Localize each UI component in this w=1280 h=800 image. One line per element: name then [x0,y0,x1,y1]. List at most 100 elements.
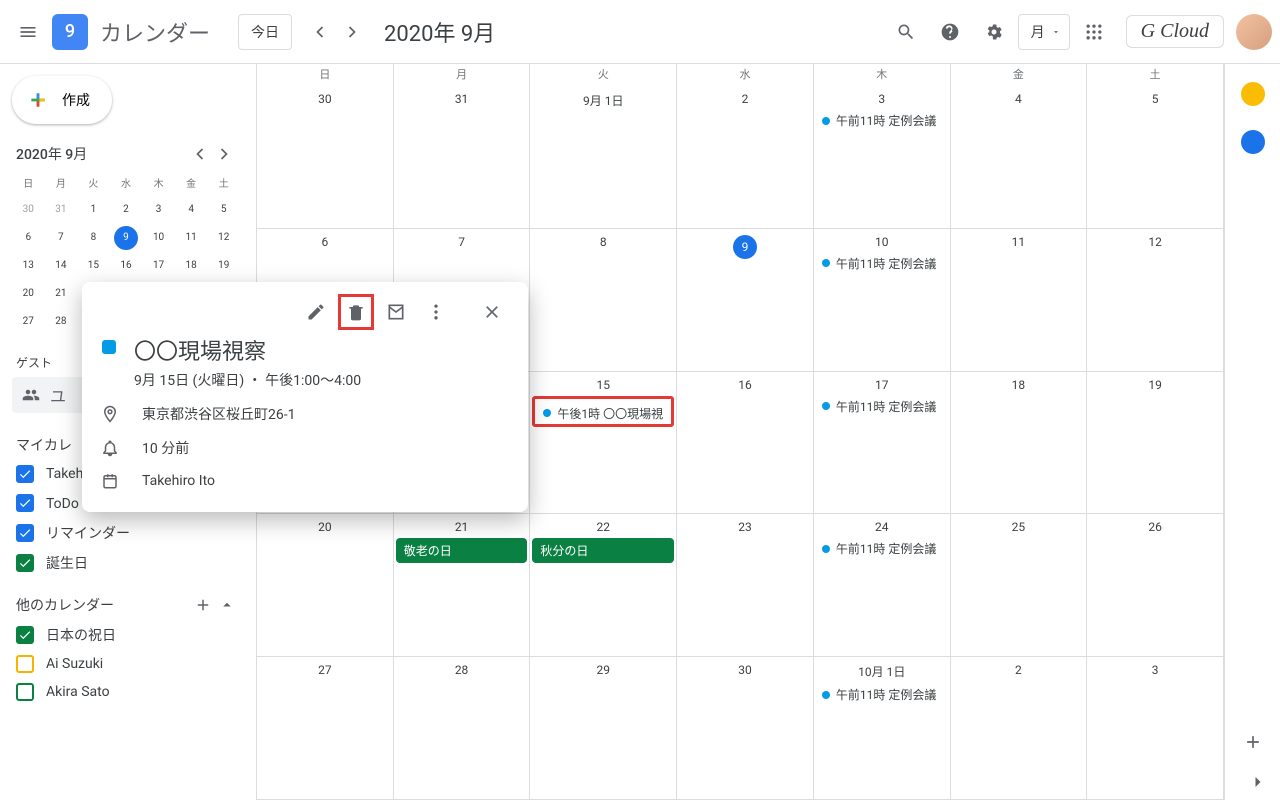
mini-day[interactable]: 4 [179,198,203,222]
day-cell[interactable]: 12 [1087,229,1224,372]
keep-icon[interactable] [1241,82,1265,106]
add-calendar-icon[interactable] [194,596,212,614]
panel-chevron-icon[interactable] [1248,772,1268,792]
day-cell[interactable]: 3 [1087,657,1224,800]
timed-event[interactable]: 午前11時 定例会議 [816,110,948,131]
edit-icon[interactable] [298,294,334,330]
day-cell[interactable]: 28 [394,657,531,800]
day-cell[interactable]: 3午前11時 定例会議 [814,86,951,229]
day-cell[interactable]: 19 [1087,372,1224,515]
calendar-item[interactable]: Ai Suzuki [16,655,240,673]
day-cell[interactable]: 17午前11時 定例会議 [814,372,951,515]
checkbox-icon[interactable] [16,494,34,512]
today-button[interactable]: 今日 [238,14,292,50]
menu-icon[interactable] [8,12,48,52]
help-icon[interactable] [930,12,970,52]
prev-icon[interactable] [304,16,336,48]
mini-day[interactable]: 10 [147,226,171,250]
day-cell[interactable]: 20 [257,514,394,657]
calendar-item[interactable]: リマインダー [16,523,240,543]
allday-event[interactable]: 秋分の日 [532,538,674,563]
day-cell[interactable]: 16 [677,372,814,515]
checkbox-icon[interactable] [16,683,34,701]
other-calendars-header[interactable]: 他のカレンダー [16,595,236,615]
close-icon[interactable] [474,294,510,330]
calendar-item[interactable]: 日本の祝日 [16,625,240,645]
mini-day[interactable]: 8 [81,226,105,250]
day-cell[interactable]: 18 [951,372,1088,515]
day-cell[interactable]: 30 [677,657,814,800]
mail-icon[interactable] [378,294,414,330]
day-cell[interactable]: 15午後1時 〇〇現場視 [530,372,677,515]
day-cell[interactable]: 2 [677,86,814,229]
allday-event[interactable]: 敬老の日 [396,538,528,563]
mini-day[interactable]: 20 [16,282,40,306]
mini-day[interactable]: 2 [114,198,138,222]
day-cell[interactable]: 10午前11時 定例会議 [814,229,951,372]
next-icon[interactable] [336,16,368,48]
settings-icon[interactable] [974,12,1014,52]
mini-day[interactable]: 3 [147,198,171,222]
mini-day[interactable]: 18 [179,254,203,278]
day-cell[interactable]: 30 [257,86,394,229]
checkbox-icon[interactable] [16,554,34,572]
apps-icon[interactable] [1074,12,1114,52]
checkbox-icon[interactable] [16,626,34,644]
delete-icon[interactable] [338,294,374,330]
tasks-icon[interactable] [1241,130,1265,154]
mini-prev-icon[interactable] [188,142,212,166]
mini-next-icon[interactable] [212,142,236,166]
day-cell[interactable]: 23 [677,514,814,657]
timed-event[interactable]: 午後1時 〇〇現場視 [537,403,669,424]
day-cell[interactable]: 24午前11時 定例会議 [814,514,951,657]
day-cell[interactable]: 29 [530,657,677,800]
day-cell[interactable]: 11 [951,229,1088,372]
mini-day[interactable]: 31 [49,198,73,222]
more-icon[interactable] [418,294,454,330]
mini-day[interactable]: 19 [212,254,236,278]
day-cell[interactable]: 9月 1日 [530,86,677,229]
search-icon[interactable] [886,12,926,52]
collapse-icon[interactable] [218,596,236,614]
mini-day[interactable]: 28 [49,310,73,334]
add-panel-icon[interactable] [1243,732,1263,752]
mini-day[interactable]: 15 [81,254,105,278]
mini-day[interactable]: 14 [49,254,73,278]
create-button[interactable]: 作成 [12,76,112,124]
mini-day[interactable]: 27 [16,310,40,334]
mini-day[interactable]: 9 [114,226,138,250]
mini-day[interactable]: 7 [49,226,73,250]
day-cell[interactable]: 10月 1日午前11時 定例会議 [814,657,951,800]
day-cell[interactable]: 22秋分の日 [530,514,677,657]
day-cell[interactable]: 8 [530,229,677,372]
day-cell[interactable]: 26 [1087,514,1224,657]
mini-day[interactable]: 13 [16,254,40,278]
day-cell[interactable]: 31 [394,86,531,229]
mini-day[interactable]: 11 [179,226,203,250]
day-cell[interactable]: 4 [951,86,1088,229]
day-cell[interactable]: 2 [951,657,1088,800]
day-cell[interactable]: 27 [257,657,394,800]
avatar[interactable] [1236,14,1272,50]
timed-event[interactable]: 午前11時 定例会議 [816,538,948,559]
mini-day[interactable]: 30 [16,198,40,222]
checkbox-icon[interactable] [16,524,34,542]
day-cell[interactable]: 9 [677,229,814,372]
mini-day[interactable]: 21 [49,282,73,306]
timed-event[interactable]: 午前11時 定例会議 [816,253,948,274]
day-cell[interactable]: 25 [951,514,1088,657]
mini-day[interactable]: 17 [147,254,171,278]
account-brand[interactable]: G Cloud [1126,15,1224,48]
mini-day[interactable]: 1 [81,198,105,222]
mini-day[interactable]: 6 [16,226,40,250]
mini-day[interactable]: 5 [212,198,236,222]
mini-day[interactable]: 16 [114,254,138,278]
timed-event[interactable]: 午前11時 定例会議 [816,396,948,417]
checkbox-icon[interactable] [16,655,34,673]
timed-event[interactable]: 午前11時 定例会議 [816,684,948,705]
mini-day[interactable]: 12 [212,226,236,250]
day-cell[interactable]: 21敬老の日 [394,514,531,657]
calendar-item[interactable]: Akira Sato [16,683,240,701]
checkbox-icon[interactable] [16,465,34,483]
view-selector[interactable]: 月 [1018,14,1070,50]
